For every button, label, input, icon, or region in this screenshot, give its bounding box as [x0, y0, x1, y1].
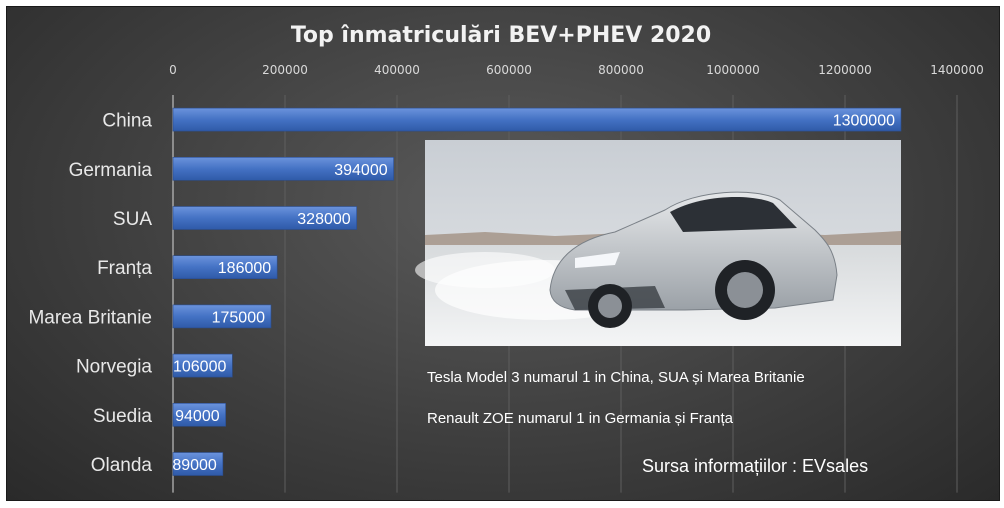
annotation-tesla: Tesla Model 3 numarul 1 in China, SUA și… — [427, 369, 805, 386]
source-note: Sursa informațiilor : EVsales — [642, 456, 868, 476]
x-tick-label: 0 — [169, 63, 177, 77]
x-tick-label: 1200000 — [818, 63, 871, 77]
x-tick-label: 800000 — [598, 63, 644, 77]
data-label: 89000 — [172, 457, 217, 474]
data-label: 1300000 — [833, 113, 895, 130]
x-axis-ticks: 0 200000 400000 600000 800000 1000000 1200000 1… — [169, 63, 984, 77]
chart-area: Top înmatriculări BEV+PHEV 2020 0 200000 4… — [6, 6, 1000, 501]
category-label: Germania — [69, 160, 153, 181]
category-label: China — [102, 111, 152, 132]
data-label: 394000 — [334, 162, 387, 179]
x-tick-label: 1000000 — [706, 63, 759, 77]
category-label: Suedia — [93, 406, 153, 427]
category-label: Franța — [97, 258, 152, 279]
category-label: Norvegia — [76, 357, 152, 378]
category-axis: China Germania SUA Franța Marea Britanie Norv… — [28, 111, 152, 476]
x-tick-label: 600000 — [486, 63, 532, 77]
chart-svg: Top înmatriculări BEV+PHEV 2020 0 200000 4… — [28, 23, 984, 493]
x-tick-label: 1400000 — [930, 63, 983, 77]
x-tick-label: 400000 — [374, 63, 420, 77]
chart-title: Top înmatriculări BEV+PHEV 2020 — [291, 23, 711, 48]
data-label: 328000 — [297, 211, 350, 228]
data-label: 186000 — [218, 260, 271, 277]
data-label: 106000 — [173, 359, 226, 376]
bar — [172, 107, 902, 132]
annotation-renault: Renault ZOE numarul 1 in Germania și Fra… — [427, 410, 734, 427]
data-label: 94000 — [175, 408, 220, 425]
category-label: Olanda — [91, 455, 153, 476]
data-label: 175000 — [212, 309, 265, 326]
x-tick-label: 200000 — [262, 63, 308, 77]
category-label: Marea Britanie — [28, 307, 152, 328]
car-photo — [415, 140, 901, 346]
category-label: SUA — [113, 209, 152, 230]
